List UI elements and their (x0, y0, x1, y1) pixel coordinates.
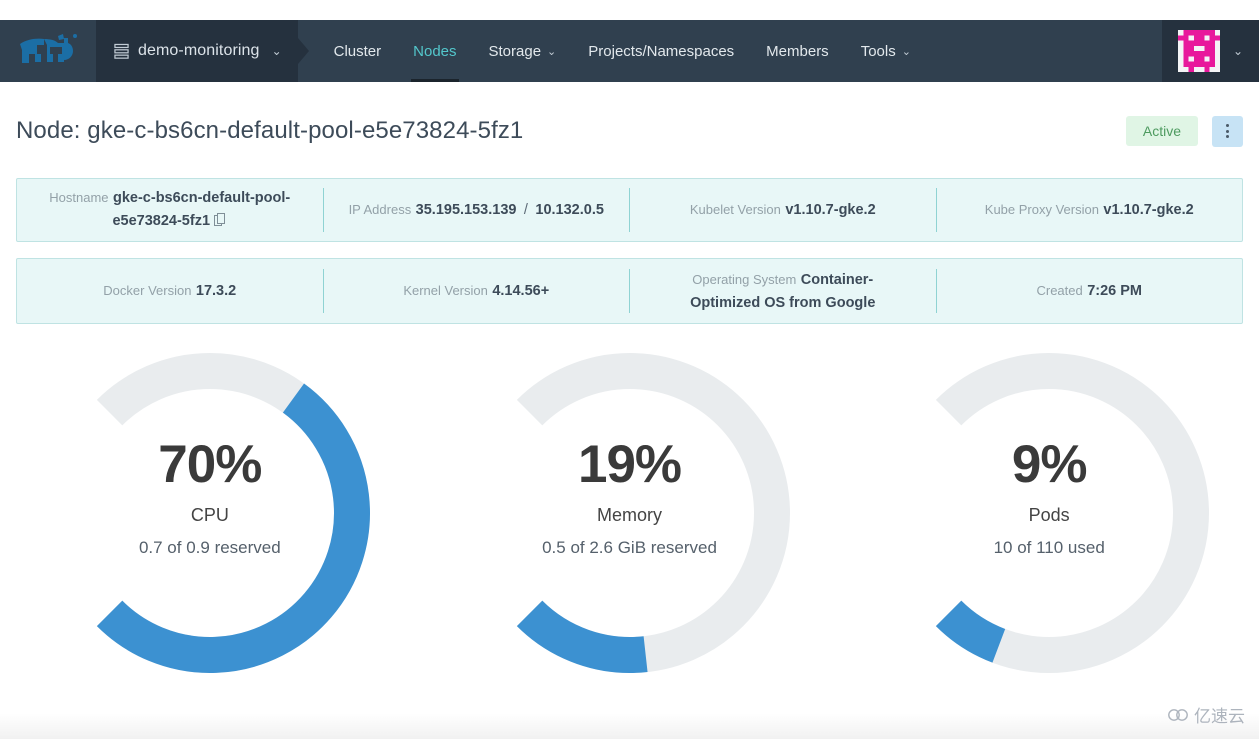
nav-label: Projects/Namespaces (588, 42, 735, 60)
gauge-pods: 9% Pods 10 of 110 used (839, 345, 1259, 695)
info-label: Kernel Version (403, 283, 488, 299)
status-badge: Active (1125, 116, 1198, 146)
dot (1226, 129, 1229, 133)
chevron-down-icon: ⌄ (1232, 44, 1243, 58)
info-value: v1.10.7-gke.2 (1103, 202, 1194, 219)
nav-item-nodes[interactable]: Nodes (397, 20, 472, 82)
chevron-down-icon: ⌄ (901, 45, 911, 58)
node-info-row-secondary: Docker Version 17.3.2 Kernel Version 4.1… (16, 258, 1243, 324)
rancher-logo[interactable] (0, 20, 96, 82)
info-cell-kernel-version: Kernel Version 4.14.56+ (322, 269, 630, 313)
info-label: Kube Proxy Version (984, 202, 1099, 218)
page-header-actions: Active (1125, 115, 1243, 147)
stack-icon (114, 43, 129, 59)
nav-label: Members (766, 42, 829, 60)
site-watermark: 亿速云 (1167, 702, 1245, 727)
info-value-internal-ip: 10.132.0.5 (535, 202, 604, 219)
nav-label: Cluster (333, 42, 382, 60)
node-info-row-primary: Hostname gke-c-bs6cn-default-pool-e5e738… (16, 178, 1243, 242)
info-cell-ip-address: IP Address 35.195.153.139 / 10.132.0.5 (322, 188, 630, 232)
info-value: 7:26 PM (1087, 283, 1142, 300)
cluster-name-label: demo-monitoring (138, 42, 260, 59)
info-label: Docker Version (103, 283, 192, 299)
page-title: Node: gke-c-bs6cn-default-pool-e5e73824-… (16, 117, 524, 144)
info-value: 17.3.2 (195, 283, 237, 300)
info-label: IP Address (348, 202, 412, 218)
info-cell-kubelet-version: Kubelet Version v1.10.7-gke.2 (629, 188, 936, 232)
info-cell-docker-version: Docker Version 17.3.2 (17, 269, 323, 313)
chevron-down-icon: ⌄ (271, 44, 282, 58)
info-cell-kube-proxy-version: Kube Proxy Version v1.10.7-gke.2 (935, 188, 1243, 232)
info-cell-hostname: Hostname gke-c-bs6cn-default-pool-e5e738… (17, 188, 323, 232)
gauge-cpu: 70% CPU 0.7 of 0.9 reserved (0, 345, 420, 695)
cluster-selector[interactable]: demo-monitoring ⌄ (96, 20, 309, 82)
info-value: 4.14.56+ (492, 283, 550, 300)
nav-label: Storage (488, 42, 542, 60)
chevron-down-icon: ⌄ (547, 45, 557, 58)
nav-item-cluster[interactable]: Cluster (318, 20, 398, 82)
dot (1226, 124, 1229, 127)
nav-item-tools[interactable]: Tools ⌄ (845, 20, 927, 82)
resource-gauges: 70% CPU 0.7 of 0.9 reserved 19% Memory 0… (0, 345, 1259, 695)
info-value-external-ip: 35.195.153.139 (415, 202, 517, 219)
avatar (1177, 30, 1220, 72)
rancher-cow-logo-icon (20, 34, 77, 63)
watermark-text: 亿速云 (1194, 707, 1245, 726)
info-value-separator: / (523, 202, 528, 219)
info-cell-operating-system: Operating System Container-Optimized OS … (629, 269, 936, 313)
page-root: demo-monitoring ⌄ Cluster Nodes Storage … (0, 0, 1259, 739)
nav-label: Nodes (413, 42, 457, 60)
gauge-cpu-donut (96, 353, 370, 673)
gauge-memory-donut (516, 353, 790, 673)
user-menu[interactable]: ⌄ (1161, 20, 1259, 82)
dot (1226, 135, 1229, 138)
copy-to-clipboard-icon[interactable] (214, 211, 227, 234)
gauge-memory: 19% Memory 0.5 of 2.6 GiB reserved (420, 345, 840, 695)
info-value: gke-c-bs6cn-default-pool-e5e73824-5fz1 (112, 189, 291, 229)
main-nav-links: Cluster Nodes Storage ⌄ Projects/Namespa… (298, 20, 927, 82)
page-header: Node: gke-c-bs6cn-default-pool-e5e73824-… (0, 100, 1259, 162)
info-label: Kubelet Version (689, 202, 781, 218)
nav-label: Tools (860, 42, 896, 60)
cloud-icon (1168, 709, 1188, 721)
nav-item-members[interactable]: Members (750, 20, 845, 82)
top-navigation-bar: demo-monitoring ⌄ Cluster Nodes Storage … (0, 20, 1259, 82)
info-cell-created: Created 7:26 PM (935, 269, 1243, 313)
nav-item-projects-namespaces[interactable]: Projects/Namespaces (572, 20, 750, 82)
info-value: v1.10.7-gke.2 (785, 202, 876, 219)
info-label: Created (1036, 283, 1083, 299)
gauge-pods-donut (936, 353, 1210, 673)
kebab-menu-icon[interactable] (1212, 115, 1243, 147)
info-label: Operating System (692, 271, 797, 287)
nav-item-storage[interactable]: Storage ⌄ (473, 20, 573, 82)
bottom-shadow (0, 713, 1259, 739)
info-label: Hostname (49, 189, 109, 205)
